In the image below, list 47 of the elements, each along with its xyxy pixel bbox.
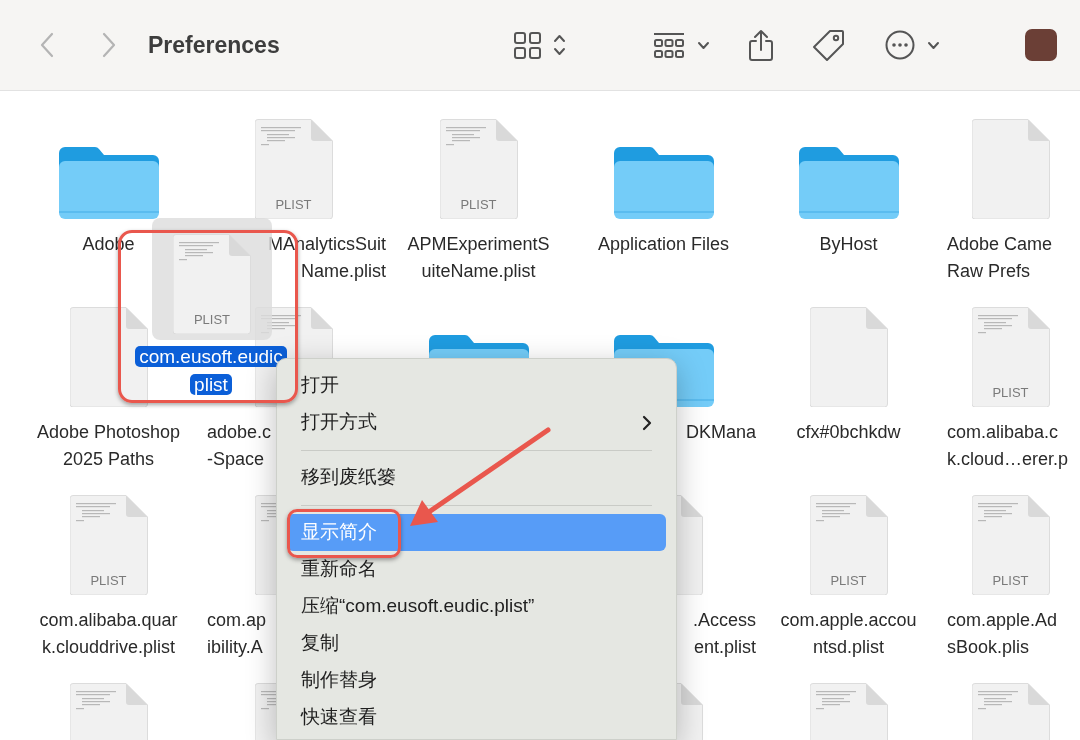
file-name: Application Files	[597, 233, 730, 256]
file-type-label: PLIST	[89, 574, 128, 587]
folder-icon	[798, 147, 899, 219]
file-name: .Access ent.plist	[692, 609, 756, 659]
folder-icon	[58, 147, 159, 219]
file-type-label: PLIST	[459, 198, 498, 211]
share-button[interactable]	[748, 28, 774, 62]
menu-item[interactable]: 快速查看	[287, 699, 666, 736]
group-icon	[653, 31, 685, 59]
more-button[interactable]	[885, 28, 940, 62]
file-name: com.apple.Ad sBook.plis	[947, 609, 1058, 659]
menu-item[interactable]: 移到废纸篓	[287, 459, 666, 496]
file-name: adobe.c -Space	[207, 421, 272, 471]
menu-item[interactable]: 压缩“com.eusoft.eudic.plist”	[287, 588, 666, 625]
menu-item[interactable]: 打开	[287, 367, 666, 404]
file-type-label: PLIST	[192, 313, 232, 326]
window-title: Preferences	[148, 30, 280, 60]
file-type-label: PLIST	[829, 574, 868, 587]
file-name: APMExperimentS uiteName.plist	[407, 233, 550, 283]
up-down-chevron-icon	[553, 33, 566, 57]
file-type-label: PLIST	[991, 386, 1030, 399]
file-name: cfx#0bchkdw	[796, 421, 901, 444]
file-name: com.apple.accou ntsd.plist	[780, 609, 917, 659]
document-icon	[173, 234, 251, 334]
menu-item[interactable]: 复制	[287, 625, 666, 662]
file-name: com.alibaba.c k.cloud…erer.p	[947, 421, 1069, 471]
menu-item[interactable]: 制作替身	[287, 662, 666, 699]
file-type-label: PLIST	[274, 198, 313, 211]
menu-item[interactable]: 重新命名	[287, 551, 666, 588]
chevron-right-icon	[642, 414, 652, 431]
folder-icon	[613, 147, 714, 219]
file-name: Adobe Photoshop 2025 Paths	[36, 421, 181, 471]
chevron-down-icon	[927, 40, 940, 50]
file-name: Adobe Came Raw Prefs	[947, 233, 1053, 283]
share-icon	[748, 28, 774, 62]
more-icon	[885, 30, 915, 60]
file-name: com.alibaba.quar k.clouddrive.plist	[39, 609, 178, 659]
chevron-down-icon	[697, 40, 710, 50]
file-type-label: PLIST	[991, 574, 1030, 587]
tag-button[interactable]	[812, 28, 845, 62]
tag-icon	[812, 28, 845, 62]
image-placeholder[interactable]	[1025, 29, 1057, 61]
file-name: DKMana	[685, 421, 756, 444]
menu-item[interactable]: 打开方式	[287, 404, 666, 441]
file-name: ByHost	[819, 233, 878, 256]
grid-view-icon	[514, 31, 541, 59]
file-name: com.ap ibility.A	[207, 609, 267, 659]
